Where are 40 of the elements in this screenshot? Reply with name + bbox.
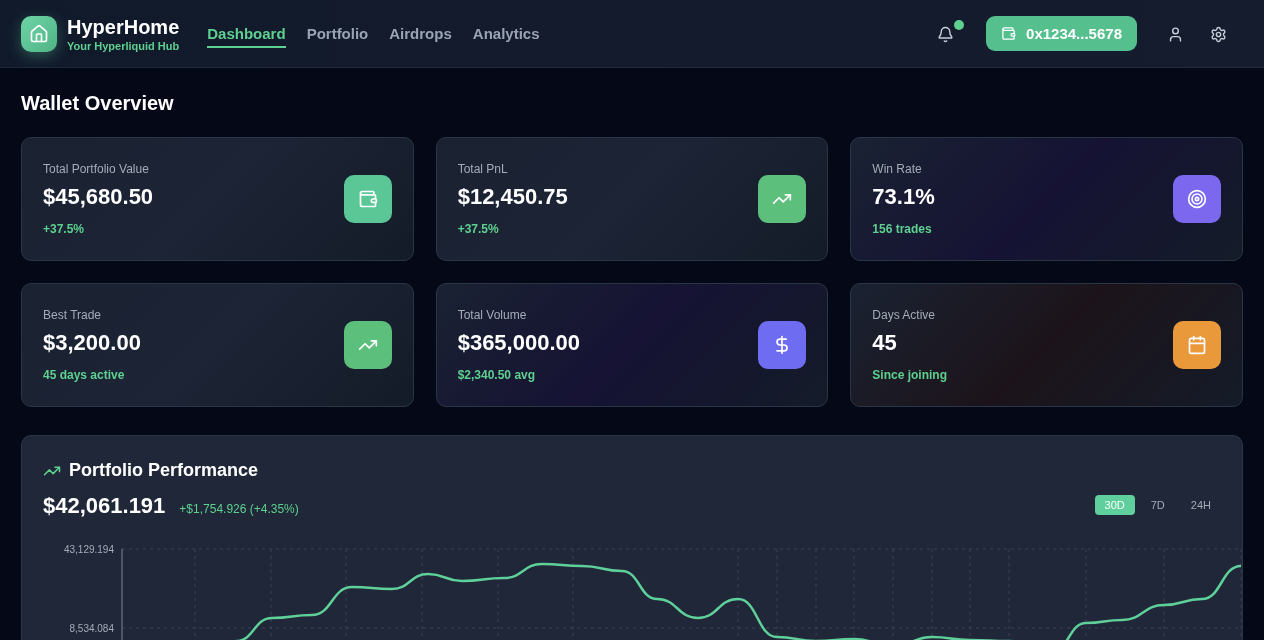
calendar-icon bbox=[1187, 335, 1207, 355]
stat-label: Total Volume bbox=[457, 308, 528, 322]
portfolio-change: +$1,754.926 (+4.35%) bbox=[179, 502, 299, 516]
stat-note: +37.5% bbox=[457, 222, 500, 236]
bell-icon bbox=[937, 26, 955, 43]
stat-value: $45,680.50 bbox=[43, 184, 155, 210]
stat-value: $3,200.00 bbox=[43, 330, 142, 356]
portfolio-value: $42,061.191 bbox=[43, 493, 166, 519]
house-icon bbox=[29, 23, 49, 44]
wallet-icon bbox=[357, 189, 378, 209]
stat-note: 156 trades bbox=[872, 222, 933, 236]
target-icon bbox=[1187, 189, 1207, 209]
range-tab[interactable]: 24H bbox=[1180, 495, 1221, 515]
stat-label: Total PnL bbox=[457, 162, 509, 176]
nav-tab[interactable]: Portfolio bbox=[306, 19, 369, 48]
stat-value: 45 bbox=[872, 330, 898, 356]
brand-name: HyperHome bbox=[67, 15, 180, 38]
user-icon bbox=[1167, 26, 1184, 43]
nav-tab[interactable]: Dashboard bbox=[207, 19, 286, 48]
stat-label: Total Portfolio Value bbox=[43, 162, 150, 176]
stat-value: $365,000.00 bbox=[457, 330, 581, 356]
axis-tick-label: 8,534.084 bbox=[69, 623, 114, 634]
nav-tab[interactable]: Airdrops bbox=[389, 19, 452, 48]
stat-note: Since joining bbox=[872, 368, 948, 382]
nav-tab[interactable]: Analytics bbox=[472, 19, 540, 48]
stat-value: 73.1% bbox=[872, 184, 936, 210]
page-title: Wallet Overview bbox=[21, 92, 175, 115]
stat-note: 45 days active bbox=[43, 368, 126, 382]
stat-label: Best Trade bbox=[43, 308, 103, 322]
stat-note: +37.5% bbox=[43, 222, 86, 236]
stat-label: Win Rate bbox=[872, 162, 923, 176]
stat-label: Days Active bbox=[872, 308, 937, 322]
settings-icon bbox=[1210, 26, 1227, 43]
axis-tick-label: 43,129.194 bbox=[63, 544, 114, 555]
stat-value: $12,450.75 bbox=[457, 184, 569, 210]
range-tab[interactable]: 7D bbox=[1140, 495, 1175, 515]
brand-tagline: Your Hyperliquid Hub bbox=[67, 39, 180, 52]
wallet-icon bbox=[1001, 26, 1017, 41]
stat-note: $2,340.50 avg bbox=[457, 368, 537, 382]
panel-title: Portfolio Performance bbox=[69, 460, 259, 481]
